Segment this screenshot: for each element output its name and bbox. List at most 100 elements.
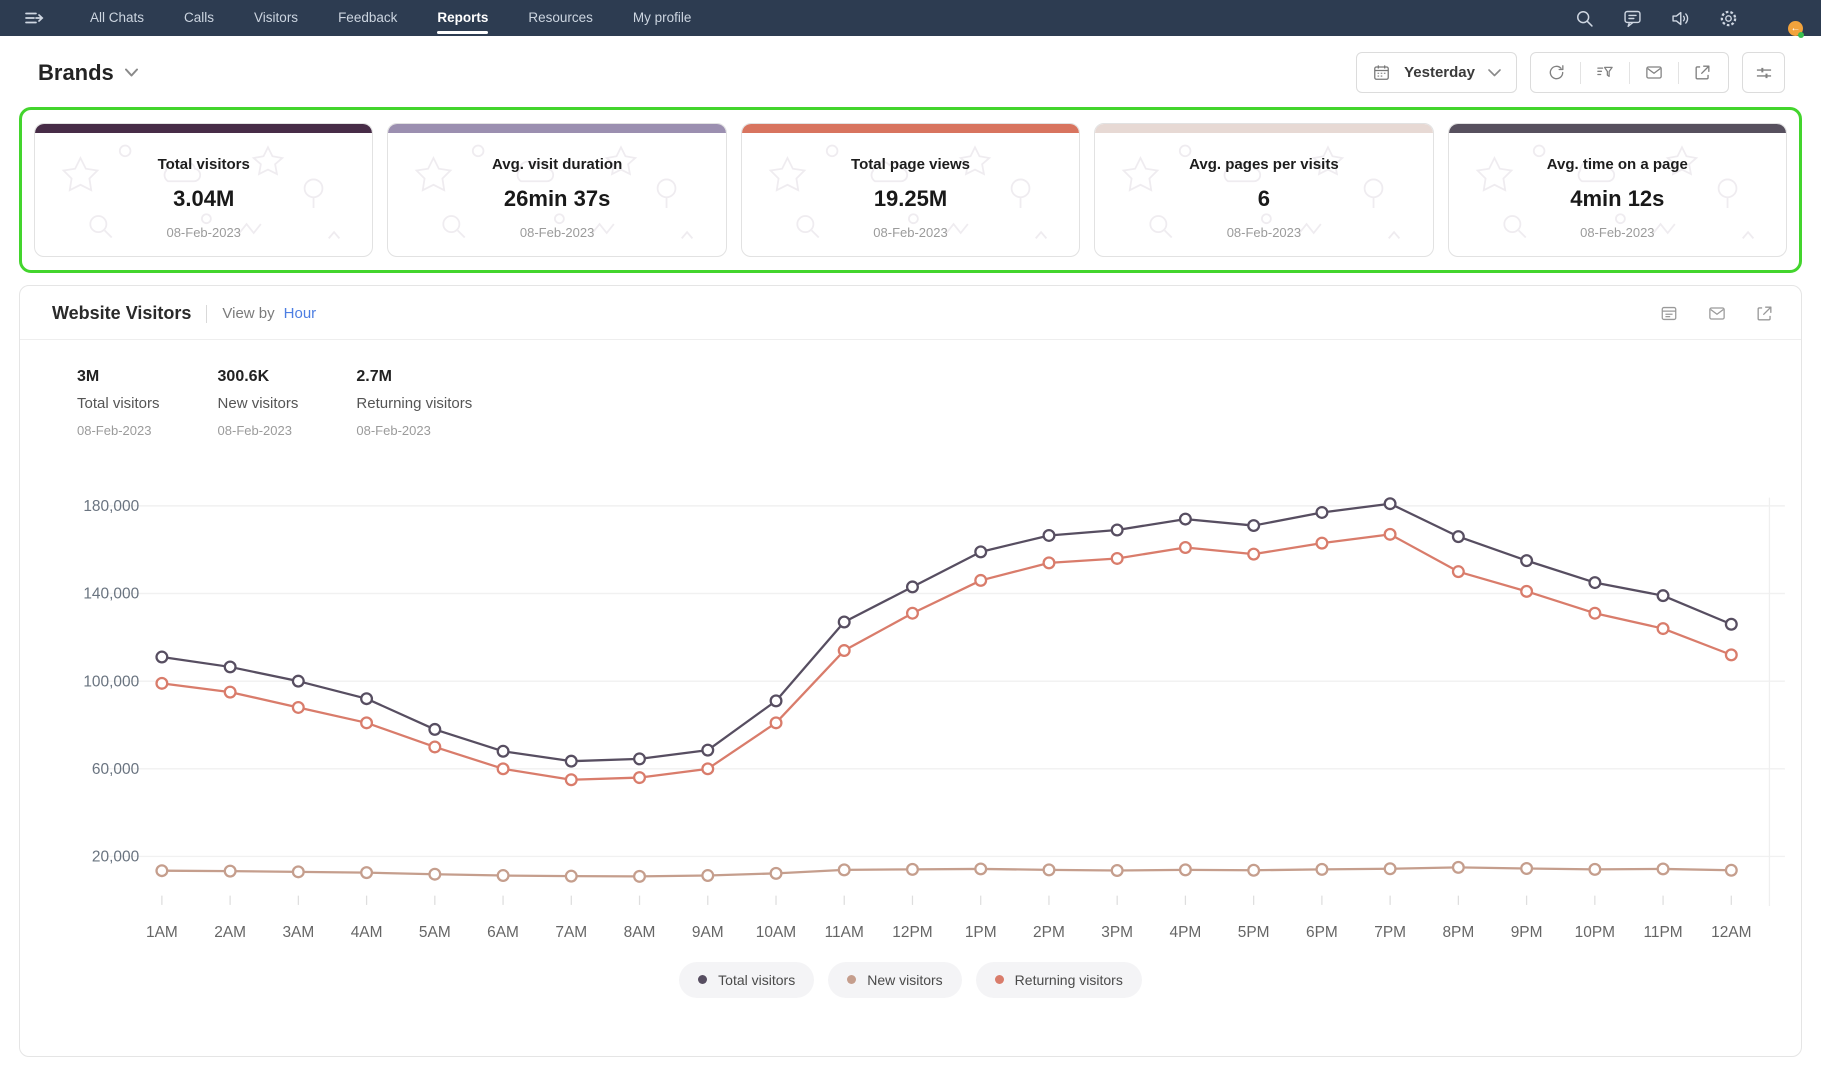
nav-item-all-chats[interactable]: All Chats [90, 0, 144, 36]
date-range-selector[interactable]: Yesterday [1356, 52, 1517, 93]
stat-value: 3M [77, 368, 160, 386]
menu-expand-icon[interactable] [22, 6, 46, 30]
visitor-stats-row: 3M Total visitors 08-Feb-2023 300.6K New… [20, 340, 1801, 438]
card-title: Total page views [742, 156, 1079, 173]
summary-card[interactable]: Avg. visit duration 26min 37s 08-Feb-202… [387, 123, 726, 257]
toolbar: Yesterday [1356, 52, 1785, 93]
view-by-selector[interactable]: Hour [284, 305, 317, 322]
stat-label: Total visitors [77, 395, 160, 412]
nav-item-my-profile[interactable]: My profile [633, 0, 692, 36]
stat-date: 08-Feb-2023 [77, 423, 160, 438]
report-actions-group [1530, 52, 1729, 93]
sound-icon[interactable] [1670, 8, 1691, 29]
summary-card[interactable]: Total visitors 3.04M 08-Feb-2023 [34, 123, 373, 257]
summary-card[interactable]: Avg. time on a page 4min 12s 08-Feb-2023 [1448, 123, 1787, 257]
card-title: Avg. visit duration [388, 156, 725, 173]
panel-title: Website Visitors [52, 303, 191, 324]
card-accent-bar [1095, 124, 1432, 133]
svg-text:2AM: 2AM [214, 924, 246, 941]
online-status-dot [1798, 32, 1804, 38]
legend-label: New visitors [867, 972, 942, 988]
svg-text:6PM: 6PM [1306, 924, 1338, 941]
svg-text:1PM: 1PM [965, 924, 997, 941]
chart-container: 180,000140,000100,00060,00020,0001AM2AM3… [20, 438, 1801, 960]
nav-item-reports[interactable]: Reports [437, 0, 488, 36]
panel-header: Website Visitors View by Hour [20, 286, 1801, 340]
svg-text:20,000: 20,000 [92, 849, 139, 866]
website-visitors-panel: Website Visitors View by Hour [19, 285, 1802, 1057]
nav-right-icons: ← [1574, 5, 1797, 32]
legend-label: Total visitors [718, 972, 795, 988]
card-date: 08-Feb-2023 [35, 225, 372, 240]
card-accent-bar [1449, 124, 1786, 133]
svg-text:4AM: 4AM [351, 924, 383, 941]
legend-color-dot [698, 975, 707, 984]
svg-text:60,000: 60,000 [92, 761, 139, 778]
legend-item[interactable]: Total visitors [679, 962, 814, 998]
summary-card[interactable]: Total page views 19.25M 08-Feb-2023 [741, 123, 1080, 257]
filter-list-icon[interactable] [1581, 62, 1630, 84]
svg-text:1AM: 1AM [146, 924, 178, 941]
card-value: 3.04M [35, 186, 372, 212]
svg-text:7PM: 7PM [1374, 924, 1406, 941]
nav-item-resources[interactable]: Resources [528, 0, 593, 36]
mail-icon[interactable] [1630, 62, 1679, 84]
svg-text:12AM: 12AM [1711, 924, 1751, 941]
card-date: 08-Feb-2023 [388, 225, 725, 240]
brands-dropdown[interactable]: Brands [38, 60, 138, 86]
date-range-value: Yesterday [1404, 64, 1475, 81]
svg-text:10PM: 10PM [1575, 924, 1615, 941]
legend-color-dot [995, 975, 1004, 984]
card-value: 4min 12s [1449, 186, 1786, 212]
card-value: 6 [1095, 186, 1432, 212]
card-value: 19.25M [742, 186, 1079, 212]
search-icon[interactable] [1574, 8, 1595, 29]
legend-item[interactable]: Returning visitors [976, 962, 1142, 998]
settings-gear-icon[interactable] [1718, 8, 1739, 29]
svg-text:100,000: 100,000 [83, 673, 139, 690]
summary-card[interactable]: Avg. pages per visits 6 08-Feb-2023 [1094, 123, 1433, 257]
svg-text:5AM: 5AM [419, 924, 451, 941]
nav-item-visitors[interactable]: Visitors [254, 0, 298, 36]
svg-text:5PM: 5PM [1238, 924, 1270, 941]
page-title: Brands [38, 60, 114, 86]
card-value: 26min 37s [388, 186, 725, 212]
card-accent-bar [388, 124, 725, 133]
svg-text:8PM: 8PM [1442, 924, 1474, 941]
visitors-line-chart[interactable]: 180,000140,000100,00060,00020,0001AM2AM3… [34, 444, 1787, 960]
mail-icon[interactable] [1707, 304, 1727, 323]
top-navigation: All Chats Calls Visitors Feedback Reports Res… [0, 0, 1821, 36]
chart-legend: Total visitors New visitors Returning vi… [20, 960, 1801, 1008]
nav-item-calls[interactable]: Calls [184, 0, 214, 36]
svg-text:4PM: 4PM [1170, 924, 1202, 941]
svg-text:11AM: 11AM [825, 924, 864, 941]
report-table-icon[interactable] [1659, 304, 1679, 323]
stat-date: 08-Feb-2023 [356, 423, 472, 438]
card-title: Avg. pages per visits [1095, 156, 1432, 173]
calendar-icon [1372, 63, 1391, 82]
legend-color-dot [847, 975, 856, 984]
card-title: Avg. time on a page [1449, 156, 1786, 173]
customize-sliders-button[interactable] [1742, 52, 1785, 93]
chat-icon[interactable] [1622, 8, 1643, 29]
user-avatar[interactable]: ← [1770, 5, 1797, 32]
svg-text:3AM: 3AM [282, 924, 314, 941]
card-title: Total visitors [35, 156, 372, 173]
export-icon[interactable] [1679, 62, 1726, 84]
nav-item-feedback[interactable]: Feedback [338, 0, 397, 36]
export-icon[interactable] [1755, 304, 1774, 323]
svg-text:6AM: 6AM [487, 924, 519, 941]
card-accent-bar [35, 124, 372, 133]
svg-text:9AM: 9AM [692, 924, 724, 941]
legend-item[interactable]: New visitors [828, 962, 961, 998]
refresh-icon[interactable] [1533, 62, 1581, 84]
svg-text:10AM: 10AM [756, 924, 796, 941]
visitor-stat: 2.7M Returning visitors 08-Feb-2023 [356, 368, 472, 438]
svg-text:7AM: 7AM [555, 924, 587, 941]
card-accent-bar [742, 124, 1079, 133]
caret-down-icon [125, 68, 138, 77]
svg-text:3PM: 3PM [1101, 924, 1133, 941]
sliders-icon [1754, 63, 1774, 83]
stat-value: 2.7M [356, 368, 472, 386]
visitor-stat: 300.6K New visitors 08-Feb-2023 [218, 368, 299, 438]
